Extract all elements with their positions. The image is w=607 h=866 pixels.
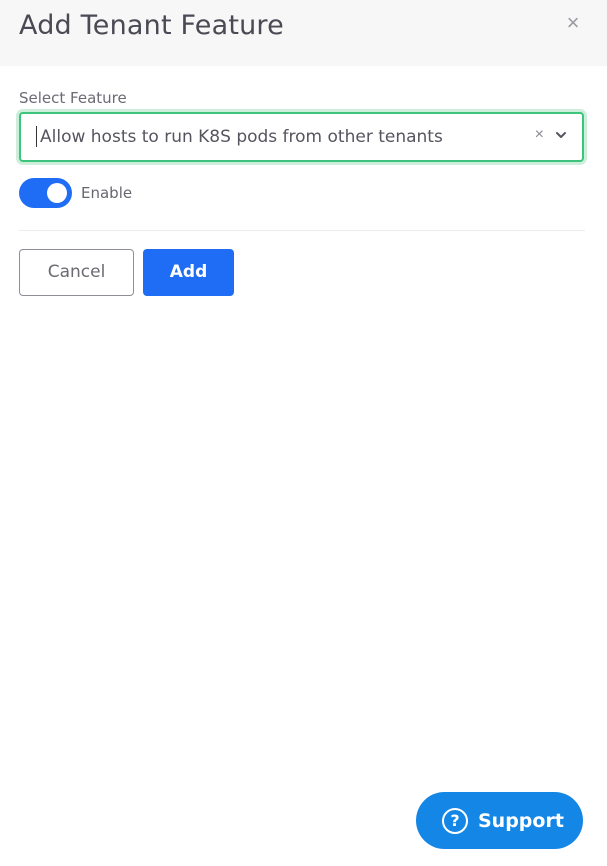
support-button[interactable]: ? Support <box>416 792 583 849</box>
enable-toggle-label: Enable <box>81 184 133 202</box>
add-button[interactable]: Add <box>143 249 234 296</box>
feature-select[interactable]: Allow hosts to run K8S pods from other t… <box>19 112 584 162</box>
clear-icon[interactable]: × <box>535 126 544 144</box>
divider <box>19 230 585 231</box>
support-label: Support <box>478 810 564 832</box>
feature-select-value: Allow hosts to run K8S pods from other t… <box>40 127 443 147</box>
cancel-button[interactable]: Cancel <box>19 249 134 296</box>
help-circle-icon: ? <box>442 808 468 834</box>
select-feature-label: Select Feature <box>19 89 127 107</box>
toggle-knob <box>47 183 67 203</box>
close-icon[interactable]: × <box>563 12 583 34</box>
dialog-title: Add Tenant Feature <box>19 10 284 41</box>
enable-toggle[interactable] <box>19 178 72 208</box>
dialog-header: Add Tenant Feature × <box>0 0 607 66</box>
text-caret <box>36 126 37 147</box>
add-tenant-feature-panel: Add Tenant Feature × Select Feature Allo… <box>0 0 607 866</box>
chevron-down-icon[interactable] <box>554 128 568 142</box>
